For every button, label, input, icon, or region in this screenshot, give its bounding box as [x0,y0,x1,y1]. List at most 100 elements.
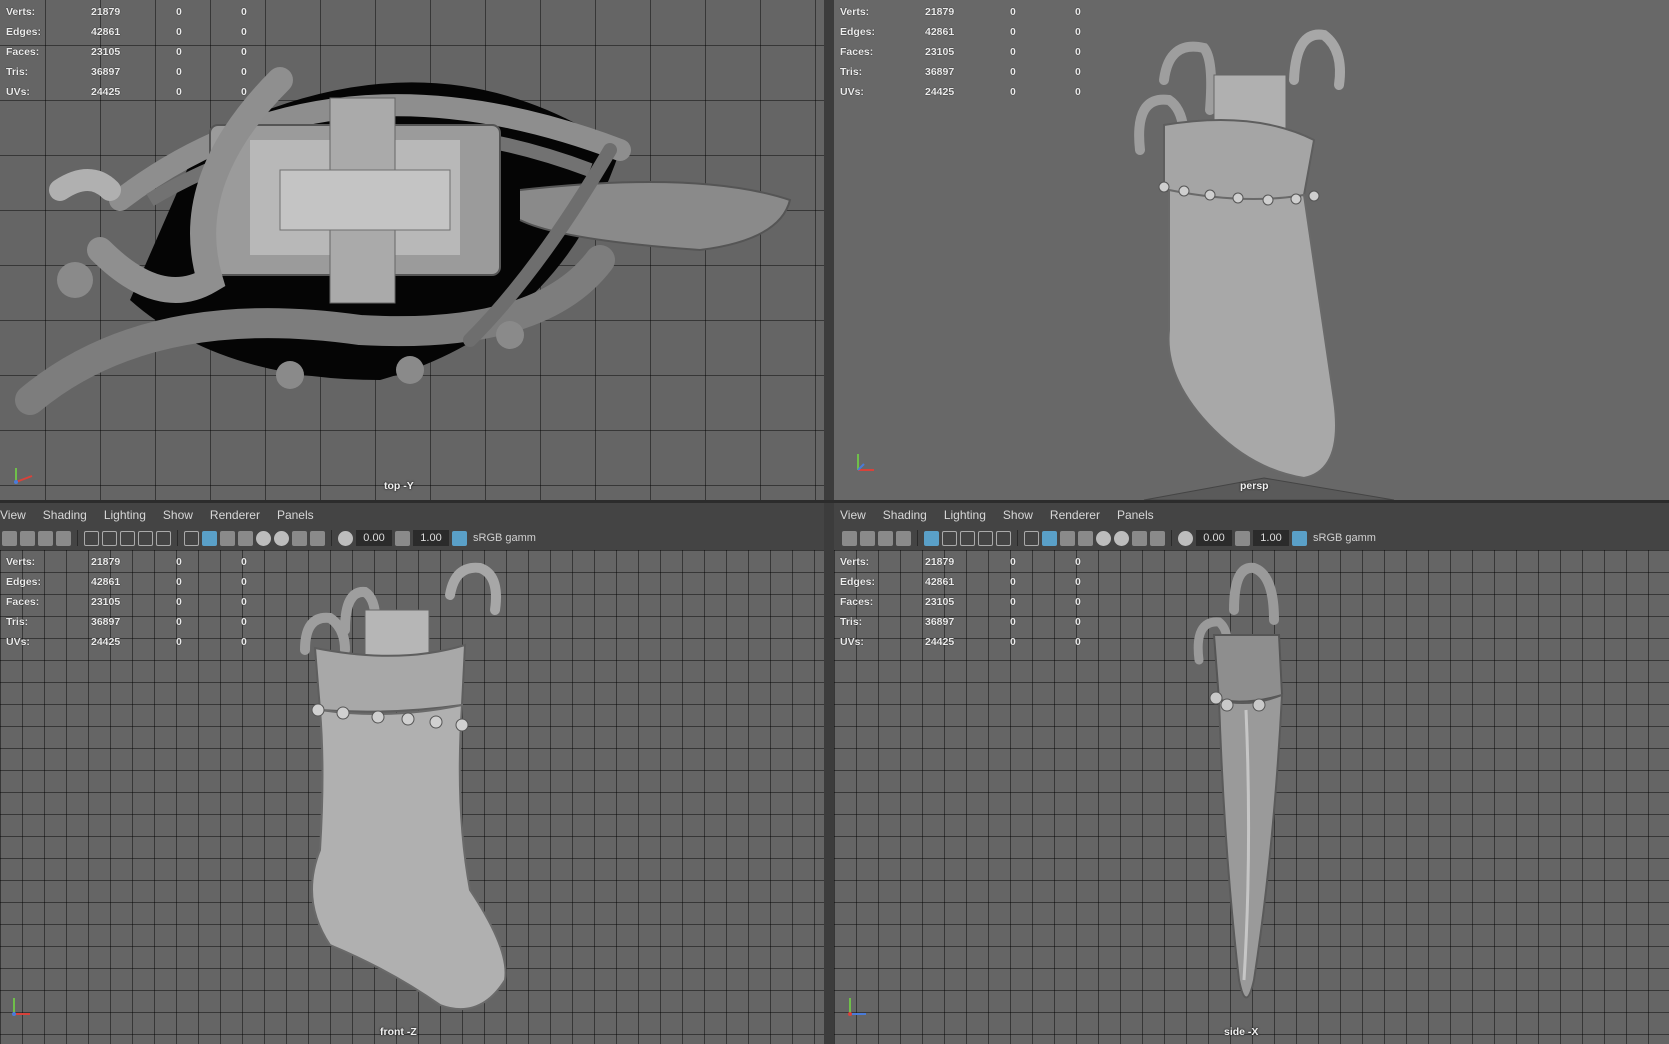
menu-shading[interactable]: Shading [43,508,87,522]
color-space-label[interactable]: sRGB gamm [1313,532,1376,544]
camera-icon[interactable] [2,530,17,546]
hud-row: Edges: 42861 0 0 [840,26,1081,38]
resolution-gate-icon[interactable] [960,530,975,546]
bookmark-icon[interactable] [878,530,893,546]
panel-menubar: View Shading Lighting Show Renderer Pane… [840,503,1669,527]
panel-chrome-side: View Shading Lighting Show Renderer Pane… [834,503,1669,550]
hud-row: Edges: 42861 0 0 [6,576,247,588]
axis-gizmo-icon [848,998,866,1016]
film-gate-icon[interactable] [942,530,957,546]
toolbar-separator [917,530,918,546]
textured-icon[interactable] [1060,530,1075,546]
safe-action-icon[interactable] [156,530,171,546]
hud-row: Faces: 23105 0 0 [840,46,1081,58]
camera-label-front: front -Z [380,1026,417,1038]
poly-count-hud: Verts: 21879 0 0 Edges: 42861 0 0 Faces: 23105 0… [840,2,1115,102]
viewport-front[interactable]: Verts: 21879 0 0 Edges: 42861 0 0 Faces: 23105 0… [0,550,824,1044]
viewport-persp[interactable]: Verts: 21879 0 0 Edges: 42861 0 0 Faces: 23105 0… [834,0,1669,500]
shadows-icon[interactable] [256,530,271,546]
hud-row: Tris: 36897 0 0 [840,66,1081,78]
panel-toolbar: 0.00 1.00 sRGB gamm [840,527,1669,549]
poly-count-hud: Verts: 21879 0 0 Edges: 42861 0 0 Faces: 23105 0… [840,552,1115,652]
camera-attributes-icon[interactable] [860,530,875,546]
xray-icon[interactable] [1150,530,1165,546]
hud-row: UVs: 24425 0 0 [840,636,1081,648]
exposure-field[interactable]: 0.00 [356,530,392,546]
gamma-icon[interactable] [395,530,410,546]
gamma-icon[interactable] [1235,530,1250,546]
viewport-side[interactable]: Verts: 21879 0 0 Edges: 42861 0 0 Faces: 23105 0… [834,550,1669,1044]
menu-lighting[interactable]: Lighting [944,508,986,522]
wireframe-icon[interactable] [1024,530,1039,546]
smooth-shade-icon[interactable] [1042,530,1057,546]
camera-label-side: side -X [1224,1026,1259,1038]
hud-row: Faces: 23105 0 0 [840,596,1081,608]
menu-panels[interactable]: Panels [277,508,314,522]
hud-row: Verts: 21879 0 0 [6,6,247,18]
isolate-select-icon[interactable] [1132,530,1147,546]
smooth-shade-icon[interactable] [202,530,217,546]
menu-renderer[interactable]: Renderer [1050,508,1100,522]
resolution-gate-icon[interactable] [120,530,135,546]
field-chart-icon[interactable] [978,530,993,546]
camera-label-top: top -Y [384,480,414,492]
ambient-occlusion-icon[interactable] [1114,530,1129,546]
film-gate-icon[interactable] [102,530,117,546]
ambient-occlusion-icon[interactable] [274,530,289,546]
hud-row: Edges: 42861 0 0 [6,26,247,38]
gamma-field[interactable]: 1.00 [413,530,449,546]
panel-toolbar: 0.00 1.00 sRGB gamm [0,527,824,549]
axis-gizmo-icon [857,454,874,471]
hud-row: Tris: 36897 0 0 [6,66,247,78]
toolbar-separator [77,530,78,546]
image-plane-icon[interactable] [896,530,911,546]
color-management-icon[interactable] [452,530,467,546]
menu-view[interactable]: View [840,508,866,522]
color-management-icon[interactable] [1292,530,1307,546]
camera-attributes-icon[interactable] [20,530,35,546]
field-chart-icon[interactable] [138,530,153,546]
exposure-field[interactable]: 0.00 [1196,530,1232,546]
menu-view[interactable]: View [0,508,26,522]
exposure-icon[interactable] [338,530,353,546]
bookmark-icon[interactable] [38,530,53,546]
hud-row: Verts: 21879 0 0 [6,556,247,568]
panel-menubar: View Shading Lighting Show Renderer Pane… [0,503,824,527]
isolate-select-icon[interactable] [292,530,307,546]
camera-label-persp: persp [1240,480,1269,492]
viewport-divider-vertical[interactable] [824,0,834,1044]
hud-row: Verts: 21879 0 0 [840,6,1081,18]
menu-lighting[interactable]: Lighting [104,508,146,522]
wireframe-icon[interactable] [184,530,199,546]
menu-show[interactable]: Show [1003,508,1033,522]
grid-icon[interactable] [84,530,99,546]
image-plane-icon[interactable] [56,530,71,546]
toolbar-separator [331,530,332,546]
axis-gizmo-icon [12,998,30,1016]
safe-action-icon[interactable] [996,530,1011,546]
menu-shading[interactable]: Shading [883,508,927,522]
exposure-icon[interactable] [1178,530,1193,546]
viewport-top[interactable]: Verts: 21879 0 0 Edges: 42861 0 0 Faces: 23105 0… [0,0,824,500]
lights-icon[interactable] [238,530,253,546]
shadows-icon[interactable] [1096,530,1111,546]
toolbar-separator [177,530,178,546]
menu-panels[interactable]: Panels [1117,508,1154,522]
xray-icon[interactable] [310,530,325,546]
grid-icon[interactable] [924,530,939,546]
gamma-field[interactable]: 1.00 [1253,530,1289,546]
axis-gizmo-icon [14,468,33,484]
hud-row: UVs: 24425 0 0 [840,86,1081,98]
hud-row: Verts: 21879 0 0 [840,556,1081,568]
menu-show[interactable]: Show [163,508,193,522]
hud-row: UVs: 24425 0 0 [6,636,247,648]
menu-renderer[interactable]: Renderer [210,508,260,522]
poly-count-hud: Verts: 21879 0 0 Edges: 42861 0 0 Faces: 23105 0… [6,552,281,652]
color-space-label[interactable]: sRGB gamm [473,532,536,544]
textured-icon[interactable] [220,530,235,546]
hud-row: Faces: 23105 0 0 [6,596,247,608]
lights-icon[interactable] [1078,530,1093,546]
poly-count-hud: Verts: 21879 0 0 Edges: 42861 0 0 Faces: 23105 0… [6,2,281,102]
hud-row: Edges: 42861 0 0 [840,576,1081,588]
camera-icon[interactable] [842,530,857,546]
